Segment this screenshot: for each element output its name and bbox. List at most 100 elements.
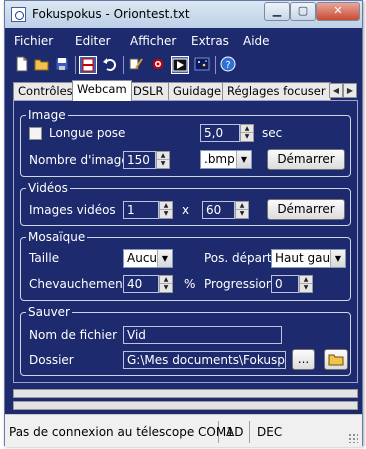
tab-controles[interactable]: Contrôles xyxy=(13,82,78,100)
progress-stepper[interactable]: ▲ ▼ xyxy=(299,275,313,293)
tab-guidage[interactable]: Guidage xyxy=(168,82,227,100)
image-count-label: Nombre d'images xyxy=(29,153,136,167)
overlap-input[interactable]: 40 xyxy=(123,275,159,293)
progress-bar-2 xyxy=(13,401,358,410)
chevron-down-icon: ▼ xyxy=(330,250,345,267)
exposure-stepper[interactable]: ▲ ▼ xyxy=(240,124,254,142)
tab-reglages-focuser[interactable]: Réglages focuser xyxy=(222,82,331,100)
video-count-input[interactable]: 60 xyxy=(202,201,235,219)
videos-legend: Vidéos xyxy=(26,181,70,195)
chevron-down-icon: ▼ xyxy=(157,250,172,267)
folder-label: Dossier xyxy=(29,353,74,367)
svg-text:?: ? xyxy=(225,60,230,71)
folder-input[interactable]: G:\Mes documents\Fokuspokus xyxy=(123,351,286,369)
resize-grip-icon[interactable] xyxy=(348,433,358,443)
start-position-label: Pos. départ xyxy=(204,251,272,265)
stepper-up-icon[interactable]: ▲ xyxy=(160,202,172,210)
exposure-input[interactable]: 5,0 xyxy=(200,124,240,142)
status-message: Pas de connexion au télescope COM1 xyxy=(5,421,234,443)
close-button[interactable]: ✕ xyxy=(316,2,360,21)
stepper-up-icon[interactable]: ▲ xyxy=(160,276,172,284)
image-format-select[interactable]: .bmp ▼ xyxy=(200,150,252,169)
stepper-up-icon[interactable]: ▲ xyxy=(236,202,248,210)
overlap-stepper[interactable]: ▲ ▼ xyxy=(159,275,173,293)
tab-strip: Contrôles Webcam DSLR Guidage Réglages f… xyxy=(13,80,358,101)
edit-icon[interactable] xyxy=(127,56,145,74)
new-file-icon[interactable] xyxy=(13,56,31,74)
image-format-value: .bmp xyxy=(204,152,235,166)
stepper-down-icon[interactable]: ▼ xyxy=(241,133,253,141)
save-legend: Sauver xyxy=(26,305,72,319)
title-bar: Fokuspokus - Oriontest.txt ▁ ▢ ✕ xyxy=(5,1,362,28)
help-icon[interactable]: ? xyxy=(219,56,237,74)
mosaic-group: Mosaïque Taille Aucur ▼ Pos. départ Haut… xyxy=(20,230,351,301)
video-frames-input[interactable]: 1 xyxy=(123,201,159,219)
tab-scroll-left-icon[interactable]: ◀ xyxy=(329,83,343,98)
longue-pose-checkbox[interactable] xyxy=(29,127,42,140)
stepper-up-icon[interactable]: ▲ xyxy=(157,152,169,160)
toolbar: ? xyxy=(9,54,360,77)
video-frames-label: Images vidéos xyxy=(29,203,116,217)
app-icon xyxy=(11,7,26,22)
longue-pose-label: Longue pose xyxy=(49,126,126,140)
menu-aide[interactable]: Aide xyxy=(243,34,270,48)
status-ad: AD xyxy=(222,421,250,443)
menu-extras[interactable]: Extras xyxy=(191,34,229,48)
exposure-unit: sec xyxy=(262,126,283,140)
stepper-down-icon[interactable]: ▼ xyxy=(160,284,172,292)
webcam-panel: Image Longue pose 5,0 ▲ ▼ sec Nombre d'i… xyxy=(13,100,358,383)
chevron-down-icon: ▼ xyxy=(236,151,251,168)
main-window: Fokuspokus - Oriontest.txt ▁ ▢ ✕ Fichier… xyxy=(4,0,363,447)
progress-bar-1 xyxy=(13,389,358,398)
stepper-down-icon[interactable]: ▼ xyxy=(300,284,312,292)
maximize-button[interactable]: ▢ xyxy=(290,2,316,21)
tab-dslr[interactable]: DSLR xyxy=(128,82,169,100)
times-label: x xyxy=(182,203,190,217)
stepper-down-icon[interactable]: ▼ xyxy=(236,210,248,218)
window-title: Fokuspokus - Oriontest.txt xyxy=(32,7,190,21)
video-count-stepper[interactable]: ▲ ▼ xyxy=(235,201,249,219)
undo-icon[interactable] xyxy=(101,56,119,74)
record-icon[interactable] xyxy=(79,56,97,74)
menu-fichier[interactable]: Fichier xyxy=(14,34,53,48)
menu-bar: Fichier Editer Afficher Extras Aide xyxy=(5,32,362,52)
progress-input[interactable]: 0 xyxy=(271,275,299,293)
save-icon[interactable] xyxy=(53,56,71,74)
image-start-button[interactable]: Démarrer xyxy=(267,149,345,170)
mosaic-size-select[interactable]: Aucur ▼ xyxy=(123,249,173,268)
mosaic-legend: Mosaïque xyxy=(26,230,88,244)
stepper-up-icon[interactable]: ▲ xyxy=(300,276,312,284)
stepper-down-icon[interactable]: ▼ xyxy=(160,210,172,218)
settings-icon[interactable] xyxy=(149,56,167,74)
filename-input[interactable]: Vid xyxy=(123,326,282,344)
video-start-button[interactable]: Démarrer xyxy=(267,199,345,220)
image-group: Image Longue pose 5,0 ▲ ▼ sec Nombre d'i… xyxy=(20,108,351,177)
status-dec: DEC xyxy=(257,425,283,439)
mosaic-size-label: Taille xyxy=(29,251,60,265)
tab-webcam[interactable]: Webcam xyxy=(72,80,132,101)
status-bar: Pas de connexion au télescope COM1 AD DE… xyxy=(5,414,362,447)
image-legend: Image xyxy=(26,108,68,122)
save-group: Sauver Nom de fichier Vid Dossier G:\Mes… xyxy=(20,305,351,376)
filename-label: Nom de fichier xyxy=(29,328,118,342)
progress-label: Progression xyxy=(204,277,274,291)
open-folder-button[interactable] xyxy=(324,349,348,370)
image-count-input[interactable]: 150 xyxy=(123,151,156,169)
starfield-icon[interactable] xyxy=(193,56,211,74)
menu-afficher[interactable]: Afficher xyxy=(130,34,176,48)
menu-editer[interactable]: Editer xyxy=(75,34,111,48)
video-frames-stepper[interactable]: ▲ ▼ xyxy=(159,201,173,219)
folder-icon xyxy=(328,354,344,366)
start-position-select[interactable]: Haut gauch ▼ xyxy=(271,249,346,268)
tab-scroll-right-icon[interactable]: ▶ xyxy=(343,83,357,98)
image-count-stepper[interactable]: ▲ ▼ xyxy=(156,151,170,169)
open-folder-icon[interactable] xyxy=(33,56,51,74)
minimize-button[interactable]: ▁ xyxy=(264,2,290,21)
overlap-label: Chevauchement xyxy=(29,277,128,291)
stepper-up-icon[interactable]: ▲ xyxy=(241,125,253,133)
videos-group: Vidéos Images vidéos 1 ▲ ▼ x 60 ▲ ▼ Déma… xyxy=(20,181,351,226)
overlap-unit: % xyxy=(184,277,196,291)
stepper-down-icon[interactable]: ▼ xyxy=(157,160,169,168)
play-icon[interactable] xyxy=(171,56,189,74)
browse-button[interactable]: ... xyxy=(292,349,315,370)
